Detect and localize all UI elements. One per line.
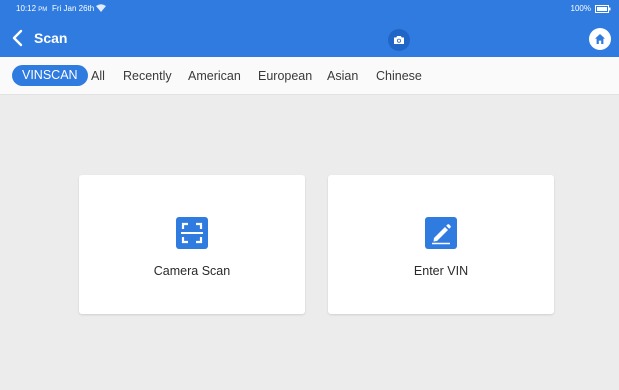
tab-american[interactable]: American: [188, 66, 241, 86]
tab-asian[interactable]: Asian: [327, 66, 358, 86]
tab-chinese[interactable]: Chinese: [376, 66, 422, 86]
battery-icon: [595, 5, 611, 13]
wifi-icon: [96, 4, 106, 12]
category-tabs: VINSCAN All Recently American European A…: [0, 57, 619, 95]
scan-frame-icon: [176, 217, 208, 249]
page-title: Scan: [34, 30, 68, 46]
status-ampm: PM: [38, 7, 48, 13]
chevron-left-icon: [12, 29, 23, 47]
tab-european[interactable]: European: [258, 66, 312, 86]
tab-recently[interactable]: Recently: [123, 66, 172, 86]
camera-button[interactable]: [388, 29, 410, 51]
home-button[interactable]: [589, 28, 611, 50]
camera-scan-label: Camera Scan: [153, 264, 231, 278]
enter-vin-label: Enter VIN: [413, 264, 469, 278]
enter-vin-card[interactable]: Enter VIN: [328, 175, 554, 314]
camera-scan-card[interactable]: Camera Scan: [79, 175, 305, 314]
home-icon: [595, 34, 605, 44]
camera-icon: [394, 36, 404, 44]
edit-pencil-icon: [425, 217, 457, 249]
main-content: Camera Scan Enter VIN: [0, 95, 619, 390]
status-time: 10:12 PM: [16, 0, 47, 19]
status-time-value: 10:12: [16, 4, 37, 13]
back-button[interactable]: Scan: [10, 26, 67, 50]
nav-row: Scan: [0, 21, 619, 57]
status-date: Fri Jan 26th: [52, 4, 95, 13]
status-bar: 10:12 PM Fri Jan 26th 100%: [0, 0, 619, 18]
tab-vinscan[interactable]: VINSCAN: [12, 65, 88, 86]
tab-all[interactable]: All: [91, 66, 105, 86]
battery-percentage: 100%: [570, 4, 591, 13]
app-bar: 10:12 PM Fri Jan 26th 100% Scan: [0, 0, 619, 57]
